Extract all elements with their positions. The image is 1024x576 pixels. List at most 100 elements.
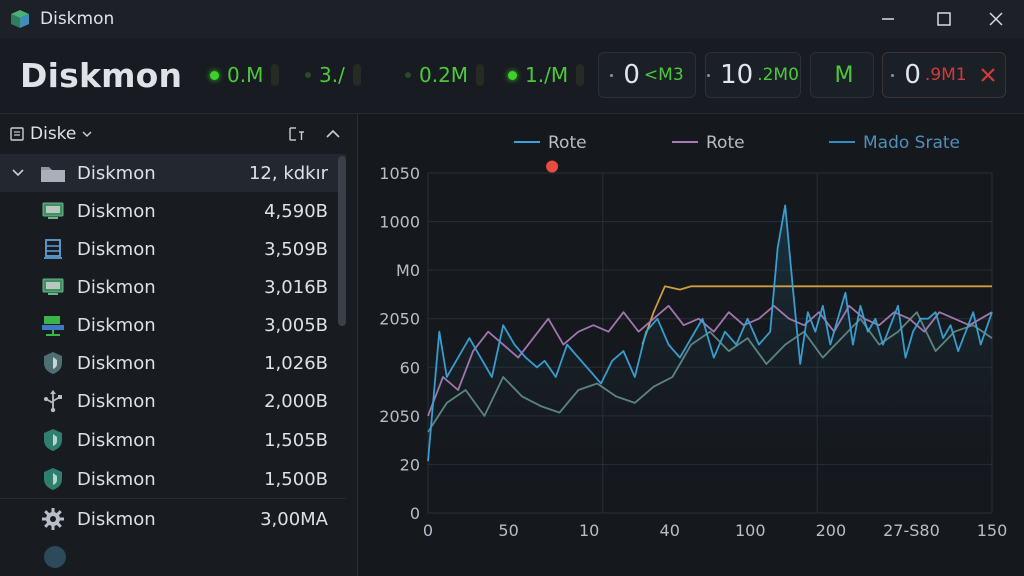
stat-card[interactable]: 0 <M3 — [598, 52, 696, 98]
disk-size: 3,016B — [264, 276, 328, 298]
filter-icon[interactable] — [288, 125, 306, 143]
shield-icon — [40, 351, 66, 375]
x-tick-label: 150 — [977, 521, 1008, 540]
stat-card[interactable]: 10 .2M0 — [705, 52, 801, 98]
disk-row[interactable]: Diskmon 1,500B — [0, 460, 346, 498]
disk-row[interactable]: Diskmon 1,026B — [0, 344, 346, 382]
disk-dropdown[interactable]: Diske — [30, 124, 93, 144]
disk-row[interactable]: Diskmon 3,509B — [0, 230, 346, 268]
stat-card[interactable]: M — [810, 52, 874, 98]
folder-icon — [40, 161, 66, 185]
status-dot — [508, 70, 517, 80]
sidebar-header: Diske — [0, 114, 358, 154]
disk-name: Diskmon — [77, 468, 156, 490]
disk-size: 3,509B — [264, 238, 328, 260]
scrollbar-thumb[interactable] — [338, 156, 346, 326]
disk-name: Diskmon — [77, 314, 156, 336]
close-icon — [989, 12, 1003, 26]
window-title: Diskmon — [40, 9, 115, 29]
sparkline — [476, 64, 485, 86]
monitor-drive-icon — [40, 199, 66, 223]
disk-name: Diskmon — [77, 429, 156, 451]
drive-icon — [10, 127, 24, 141]
disk-size: 3,005B — [264, 314, 328, 336]
sparkline — [271, 64, 280, 86]
y-tick-label: 60 — [400, 358, 420, 377]
disk-name: Diskmon — [77, 276, 156, 298]
status-dot — [707, 73, 711, 77]
close-icon[interactable] — [979, 66, 997, 84]
stat-indicator: 3./ — [305, 60, 361, 90]
disk-size: 12, kdkır — [248, 162, 328, 184]
legend-label: Mado Srate — [863, 133, 960, 153]
divider — [0, 498, 346, 499]
maximize-button[interactable] — [918, 0, 970, 38]
stat-small-value: <M3 — [643, 65, 684, 85]
disk-size: 1,500B — [264, 468, 328, 490]
shield-icon — [40, 467, 66, 491]
disk-size: 1,026B — [264, 352, 328, 374]
disk-row[interactable]: Diskmon 3,00MA — [0, 500, 346, 538]
disk-name: Diskmon — [77, 238, 156, 260]
gear-icon — [40, 507, 66, 531]
x-tick-label: 50 — [498, 521, 518, 540]
y-tick-label: M0 — [396, 261, 420, 280]
sparkline — [576, 64, 585, 86]
cube-icon — [11, 10, 29, 28]
status-dot — [405, 72, 411, 78]
disk-name: Diskmon — [77, 200, 156, 222]
disk-name: Diskmon — [77, 390, 156, 412]
series-area — [428, 205, 992, 513]
disk-size: 4,590B — [264, 200, 328, 222]
shield-icon — [40, 428, 66, 452]
disk-name: Diskmon — [77, 162, 156, 184]
x-tick-label: 40 — [660, 521, 680, 540]
disk-row[interactable]: Diskmon 4,590B — [0, 192, 346, 230]
x-tick-label: 100 — [735, 521, 766, 540]
y-tick-label: 2050 — [379, 407, 420, 426]
disk-row[interactable]: Diskmon 3,016B — [0, 268, 346, 306]
y-tick-label: 0 — [410, 504, 420, 523]
line-chart: 10501000M020506020502000 50 10 40 100 200 27-S… — [379, 133, 1008, 540]
chart-panel: 1050 1000 M0 2050 60 2050 20 0 0 50 10 40 100 200 27-S… — [359, 114, 1024, 576]
disk-size: 1,505B — [264, 429, 328, 451]
dropdown-label: Diske — [30, 124, 77, 144]
status-dot — [210, 70, 219, 80]
disk-row[interactable]: Diskmon 3,005B — [0, 306, 346, 344]
status-dot — [891, 73, 895, 77]
stat-value: 0.2M — [419, 63, 469, 87]
x-tick-label: 0 — [423, 521, 433, 540]
stat-value: 3./ — [319, 63, 345, 87]
disk-size: 2,000B — [264, 390, 328, 412]
stat-indicator: 1./M — [508, 60, 585, 90]
network-drive-icon — [40, 313, 66, 337]
alert-stat-card[interactable]: 0 .9M1 — [882, 52, 1006, 98]
x-tick-label: 27-S80 — [883, 521, 940, 540]
disk-row[interactable]: Diskmon 1,505B — [0, 421, 346, 459]
y-tick-label: 1000 — [379, 213, 420, 232]
disk-name: Diskmon — [77, 352, 156, 374]
stat-indicator: 0.2M — [405, 60, 485, 90]
stat-small-value: .9M1 — [924, 65, 967, 85]
chevron-down-icon — [82, 131, 92, 138]
disk-row[interactable]: Diskmon 12, kdkır — [0, 154, 346, 192]
disk-sidebar: Diske Diskmon 12, kdkır Diskmon 4,590B D… — [0, 114, 358, 576]
chevron-up-icon[interactable] — [325, 127, 341, 141]
y-tick-label: 2050 — [379, 310, 420, 329]
stat-value: 0.M — [227, 63, 264, 87]
disk-name: Diskmon — [77, 508, 156, 530]
partial-disk-icon — [44, 546, 66, 568]
disk-row[interactable]: Diskmon 2,000B — [0, 382, 346, 420]
minimize-button[interactable] — [862, 0, 914, 38]
chevron-down-icon[interactable] — [11, 166, 25, 180]
status-dot — [305, 72, 311, 78]
disk-list: Diskmon 12, kdkır Diskmon 4,590B Diskmon… — [0, 154, 348, 576]
stat-big-value: 10 — [720, 60, 754, 90]
legend-label: Rote — [706, 133, 745, 153]
stat-indicator: 0.M — [210, 60, 280, 90]
close-button[interactable] — [970, 0, 1022, 38]
stat-value: 1./M — [525, 63, 569, 87]
stat-small-value: .2M0 — [757, 65, 799, 85]
sparkline — [352, 64, 361, 86]
title-bar: Diskmon — [0, 0, 1024, 38]
